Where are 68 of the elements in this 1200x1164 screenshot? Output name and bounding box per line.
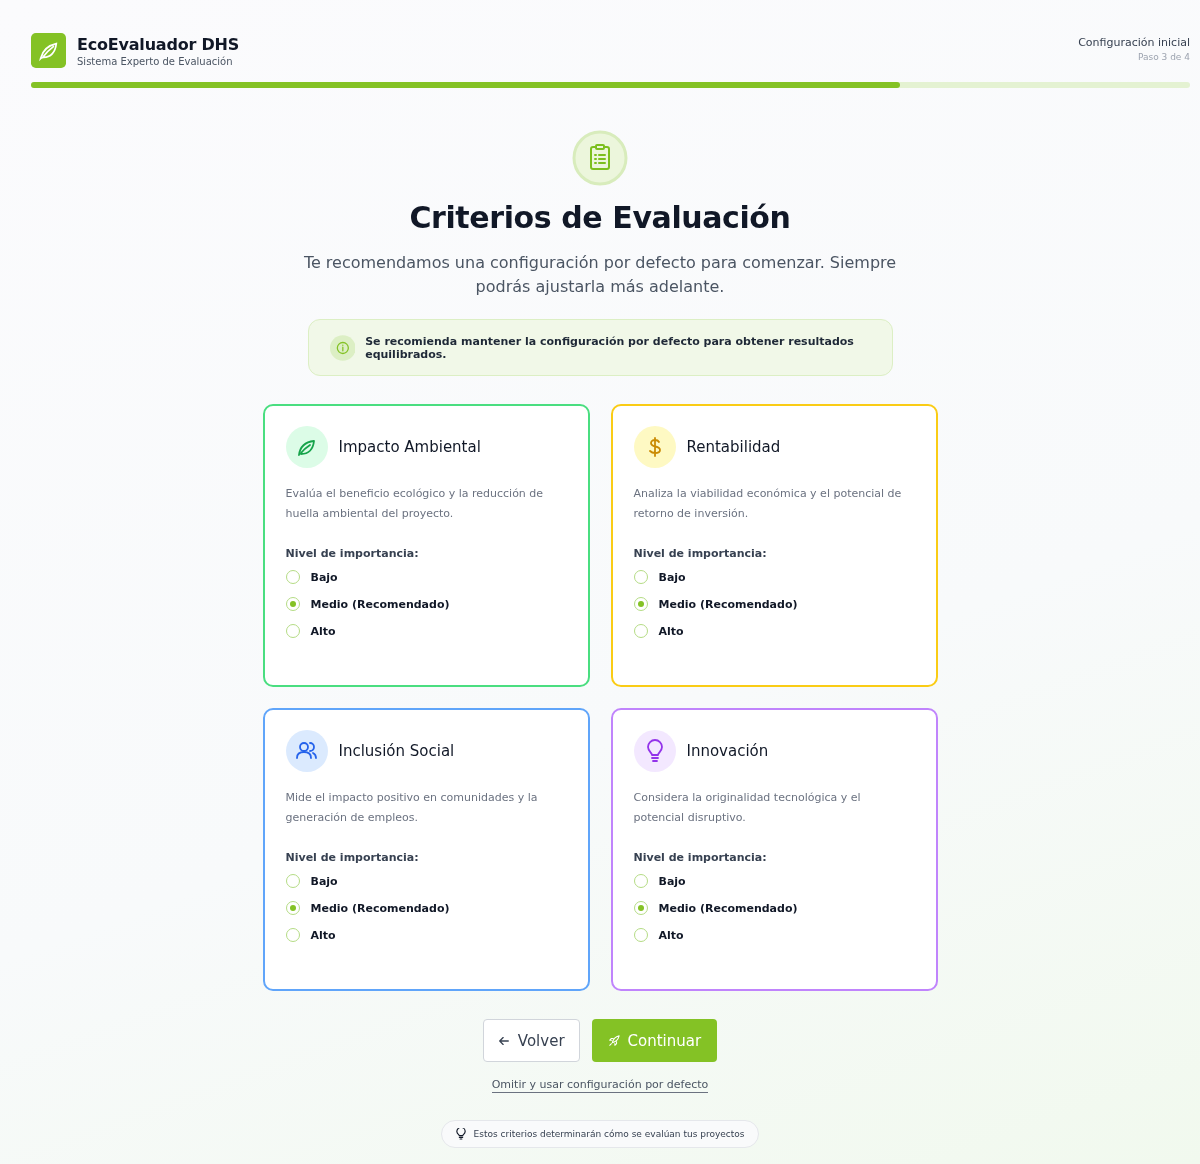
criterion-description: Analiza la viabilidad económica y el potencial de retorno de inversión.	[633, 486, 903, 522]
importance-option[interactable]: Bajo	[633, 570, 915, 584]
dollar-icon	[633, 426, 676, 468]
radio-button[interactable]	[285, 874, 300, 888]
importance-option[interactable]: Medio (Recomendado)	[633, 901, 915, 915]
option-label: Alto	[658, 928, 684, 942]
importance-option[interactable]: Bajo	[285, 570, 567, 584]
radio-button[interactable]	[633, 874, 648, 888]
radio-button[interactable]	[285, 624, 300, 638]
step-counter: Paso 3 de 4	[1136, 52, 1190, 62]
importance-label: Nivel de importancia:	[285, 851, 420, 864]
notice-text: Se recomienda mantener la configuración por defecto para obtener resultados equilibrados.	[365, 334, 855, 361]
radio-button[interactable]	[285, 597, 300, 611]
criterion-description: Mide el impacto positivo en comunidades y la generación de empleos.	[285, 790, 539, 826]
importance-option[interactable]: Alto	[285, 928, 567, 942]
tip-text: Estos criterios determinarán cómo se evalúan tus proyectos	[473, 1129, 745, 1139]
radio-button[interactable]	[285, 901, 300, 915]
criterion-description: Evalúa el beneficio ecológico y la reducción de huella ambiental del proyecto.	[285, 486, 545, 522]
criterion-description: Considera la originalidad tecnológica y el potencial disruptivo.	[633, 790, 862, 826]
intro-text: Te recomendamos una configuración por defecto para comenzar. Siempre podrás ajustarla más adelante.	[302, 252, 898, 298]
lightbulb-icon	[455, 1128, 466, 1140]
criterion-title: Rentabilidad	[686, 438, 781, 456]
back-button[interactable]: Volver	[482, 1019, 580, 1062]
option-label: Medio (Recomendado)	[658, 597, 798, 611]
importance-option[interactable]: Medio (Recomendado)	[285, 901, 567, 915]
option-label: Medio (Recomendado)	[310, 901, 450, 915]
app-tagline: Sistema Experto de Evaluación	[77, 55, 234, 67]
criterion-title: Impacto Ambiental	[338, 438, 481, 456]
lightbulb-icon	[633, 730, 676, 772]
importance-option[interactable]: Alto	[633, 928, 915, 942]
option-label: Alto	[310, 928, 336, 942]
option-label: Medio (Recomendado)	[310, 597, 450, 611]
radio-button[interactable]	[633, 597, 648, 611]
arrow-left-icon	[497, 1034, 510, 1047]
people-icon	[285, 730, 328, 772]
rocket-icon	[607, 1034, 620, 1047]
radio-button[interactable]	[285, 570, 300, 584]
option-label: Alto	[310, 624, 336, 638]
importance-option[interactable]: Bajo	[285, 874, 567, 888]
step-title: Configuración inicial	[1078, 36, 1190, 49]
option-label: Bajo	[310, 874, 338, 888]
option-label: Medio (Recomendado)	[658, 901, 798, 915]
option-label: Bajo	[658, 874, 686, 888]
leaf-icon	[285, 426, 328, 468]
leaf-logo-icon	[31, 33, 66, 68]
option-label: Bajo	[310, 570, 338, 584]
importance-label: Nivel de importancia:	[633, 851, 768, 864]
option-label: Bajo	[658, 570, 686, 584]
importance-option[interactable]: Medio (Recomendado)	[285, 597, 567, 611]
clipboard-icon	[572, 130, 628, 186]
importance-option[interactable]: Bajo	[633, 874, 915, 888]
radio-button[interactable]	[633, 570, 648, 584]
importance-option[interactable]: Alto	[633, 624, 915, 638]
radio-button[interactable]	[285, 928, 300, 942]
option-label: Alto	[658, 624, 684, 638]
skip-link[interactable]: Omitir y usar configuración por defecto	[491, 1078, 709, 1093]
page-heading: Criterios de Evaluación	[409, 200, 791, 235]
criterion-title: Inclusión Social	[338, 742, 455, 760]
importance-label: Nivel de importancia:	[285, 547, 420, 560]
app-title: EcoEvaluador DHS	[77, 34, 240, 54]
radio-button[interactable]	[633, 928, 648, 942]
importance-option[interactable]: Alto	[285, 624, 567, 638]
info-icon	[329, 333, 356, 362]
importance-option[interactable]: Medio (Recomendado)	[633, 597, 915, 611]
radio-button[interactable]	[633, 624, 648, 638]
radio-button[interactable]	[633, 901, 648, 915]
criterion-title: Innovación	[686, 742, 769, 760]
importance-label: Nivel de importancia:	[633, 547, 768, 560]
